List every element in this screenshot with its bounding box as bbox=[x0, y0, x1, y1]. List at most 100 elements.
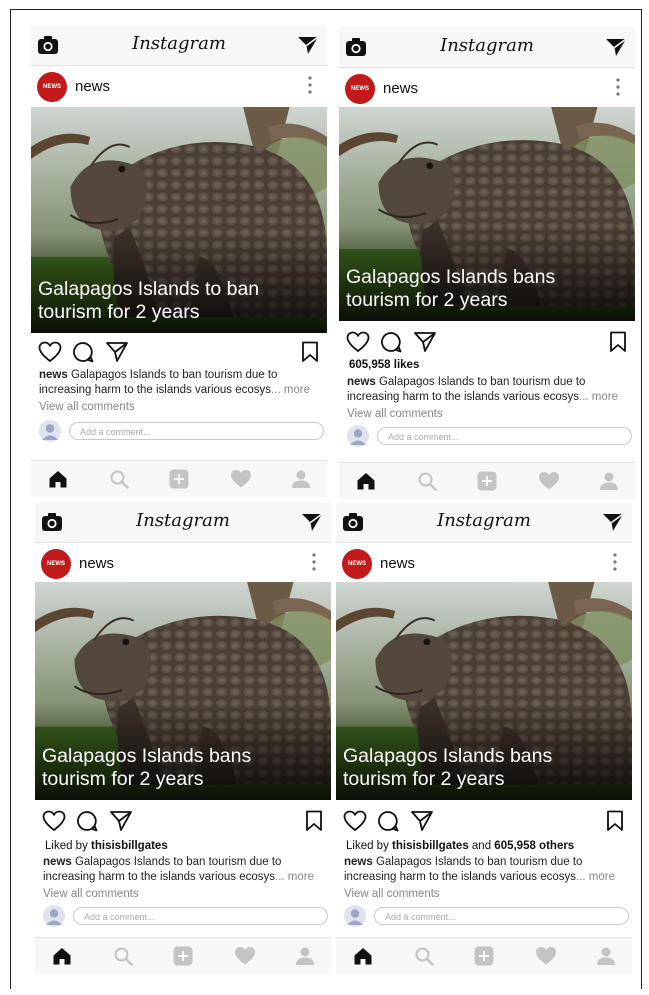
top-bar: Instagram bbox=[31, 25, 327, 66]
activity-icon[interactable] bbox=[230, 469, 252, 489]
comment-input[interactable]: Add a comment... bbox=[69, 422, 324, 440]
avatar[interactable]: NEWS bbox=[345, 74, 375, 104]
comment-input[interactable]: Add a comment... bbox=[374, 907, 629, 925]
top-bar: Instagram bbox=[35, 502, 331, 543]
send-icon[interactable] bbox=[301, 512, 323, 532]
profile-icon[interactable] bbox=[599, 471, 619, 491]
send-icon[interactable] bbox=[602, 512, 624, 532]
post-header: NEWS news bbox=[336, 546, 632, 582]
top-bar: Instagram bbox=[339, 27, 635, 68]
comment-row: Add a comment... bbox=[43, 905, 328, 927]
user-avatar-icon bbox=[43, 905, 65, 927]
activity-icon[interactable] bbox=[538, 471, 560, 491]
top-bar: Instagram bbox=[336, 502, 632, 543]
comment-row: Add a comment... bbox=[39, 420, 324, 442]
profile-icon[interactable] bbox=[295, 946, 315, 966]
add-icon[interactable] bbox=[477, 471, 497, 491]
post-username[interactable]: news bbox=[380, 555, 415, 572]
share-icon[interactable] bbox=[410, 810, 434, 832]
post-actions bbox=[31, 339, 327, 367]
home-icon[interactable] bbox=[48, 469, 68, 489]
view-all-comments-link[interactable]: View all comments bbox=[347, 408, 443, 420]
heart-icon[interactable] bbox=[346, 331, 370, 353]
comment-icon[interactable] bbox=[380, 331, 402, 353]
more-dots-icon[interactable] bbox=[307, 75, 313, 95]
instagram-screen-3: Instagram NEWS news Galapagos Islands ba… bbox=[35, 502, 331, 974]
search-icon[interactable] bbox=[414, 946, 434, 966]
post-caption: news Galapagos Islands to ban tourism du… bbox=[344, 856, 616, 883]
likes-line: 605,958 likes bbox=[349, 359, 420, 371]
app-brand: Instagram bbox=[437, 510, 531, 531]
post-image[interactable]: Galapagos Islands bans tourism for 2 yea… bbox=[336, 582, 632, 800]
bookmark-icon[interactable] bbox=[609, 331, 627, 353]
instagram-screen-4: Instagram NEWS news Galapagos Islands ba… bbox=[336, 502, 632, 974]
bottom-nav bbox=[339, 462, 635, 499]
caption-more-link[interactable]: ... more bbox=[275, 871, 314, 883]
home-icon[interactable] bbox=[356, 471, 376, 491]
activity-icon[interactable] bbox=[535, 946, 557, 966]
avatar[interactable]: NEWS bbox=[41, 549, 71, 579]
avatar[interactable]: NEWS bbox=[37, 72, 67, 102]
heart-icon[interactable] bbox=[42, 810, 66, 832]
search-icon[interactable] bbox=[113, 946, 133, 966]
search-icon[interactable] bbox=[109, 469, 129, 489]
more-dots-icon[interactable] bbox=[311, 552, 317, 572]
more-dots-icon[interactable] bbox=[615, 77, 621, 97]
user-avatar-icon bbox=[347, 425, 369, 447]
profile-icon[interactable] bbox=[291, 469, 311, 489]
share-icon[interactable] bbox=[109, 810, 133, 832]
post-actions bbox=[35, 808, 331, 836]
instagram-screen-2: Instagram NEWS news Galapagos Islands ba… bbox=[339, 27, 635, 499]
share-icon[interactable] bbox=[105, 341, 129, 363]
home-icon[interactable] bbox=[52, 946, 72, 966]
comment-input[interactable]: Add a comment... bbox=[73, 907, 328, 925]
comment-icon[interactable] bbox=[377, 810, 399, 832]
profile-icon[interactable] bbox=[596, 946, 616, 966]
post-image[interactable]: Galapagos Islands bans tourism for 2 yea… bbox=[35, 582, 331, 800]
home-icon[interactable] bbox=[353, 946, 373, 966]
post-caption: news Galapagos Islands to ban tourism du… bbox=[43, 856, 315, 883]
post-headline: Galapagos Islands bans tourism for 2 yea… bbox=[42, 745, 252, 790]
caption-more-link[interactable]: ... more bbox=[576, 871, 615, 883]
post-image[interactable]: Galapagos Islands bans tourism for 2 yea… bbox=[339, 107, 635, 321]
send-icon[interactable] bbox=[605, 37, 627, 57]
add-icon[interactable] bbox=[173, 946, 193, 966]
post-header: NEWS news bbox=[35, 546, 331, 582]
send-icon[interactable] bbox=[297, 35, 319, 55]
view-all-comments-link[interactable]: View all comments bbox=[344, 888, 440, 900]
search-icon[interactable] bbox=[417, 471, 437, 491]
add-icon[interactable] bbox=[169, 469, 189, 489]
post-headline: Galapagos Islands to ban tourism for 2 y… bbox=[38, 278, 260, 323]
liked-by-username[interactable]: thisisbillgates bbox=[392, 840, 469, 852]
activity-icon[interactable] bbox=[234, 946, 256, 966]
avatar[interactable]: NEWS bbox=[342, 549, 372, 579]
app-brand: Instagram bbox=[136, 510, 230, 531]
post-headline: Galapagos Islands bans tourism for 2 yea… bbox=[343, 745, 553, 790]
add-icon[interactable] bbox=[474, 946, 494, 966]
post-username[interactable]: news bbox=[383, 80, 418, 97]
app-brand: Instagram bbox=[132, 33, 226, 54]
view-all-comments-link[interactable]: View all comments bbox=[39, 401, 135, 413]
bookmark-icon[interactable] bbox=[305, 810, 323, 832]
liked-by-username[interactable]: thisisbillgates bbox=[91, 840, 168, 852]
caption-more-link[interactable]: ... more bbox=[579, 391, 618, 403]
post-caption: news Galapagos Islands to ban tourism du… bbox=[347, 376, 619, 403]
comment-icon[interactable] bbox=[76, 810, 98, 832]
post-username[interactable]: news bbox=[75, 78, 110, 95]
post-username[interactable]: news bbox=[79, 555, 114, 572]
view-all-comments-link[interactable]: View all comments bbox=[43, 888, 139, 900]
post-actions bbox=[339, 329, 635, 357]
comment-row: Add a comment... bbox=[344, 905, 629, 927]
heart-icon[interactable] bbox=[38, 341, 62, 363]
share-icon[interactable] bbox=[413, 331, 437, 353]
bookmark-icon[interactable] bbox=[301, 341, 319, 363]
comment-input[interactable]: Add a comment... bbox=[377, 427, 632, 445]
heart-icon[interactable] bbox=[343, 810, 367, 832]
bottom-nav bbox=[35, 937, 331, 974]
bookmark-icon[interactable] bbox=[606, 810, 624, 832]
more-dots-icon[interactable] bbox=[612, 552, 618, 572]
post-image[interactable]: Galapagos Islands to ban tourism for 2 y… bbox=[31, 107, 327, 333]
comment-icon[interactable] bbox=[72, 341, 94, 363]
caption-more-link[interactable]: ... more bbox=[271, 384, 310, 396]
post-actions bbox=[336, 808, 632, 836]
